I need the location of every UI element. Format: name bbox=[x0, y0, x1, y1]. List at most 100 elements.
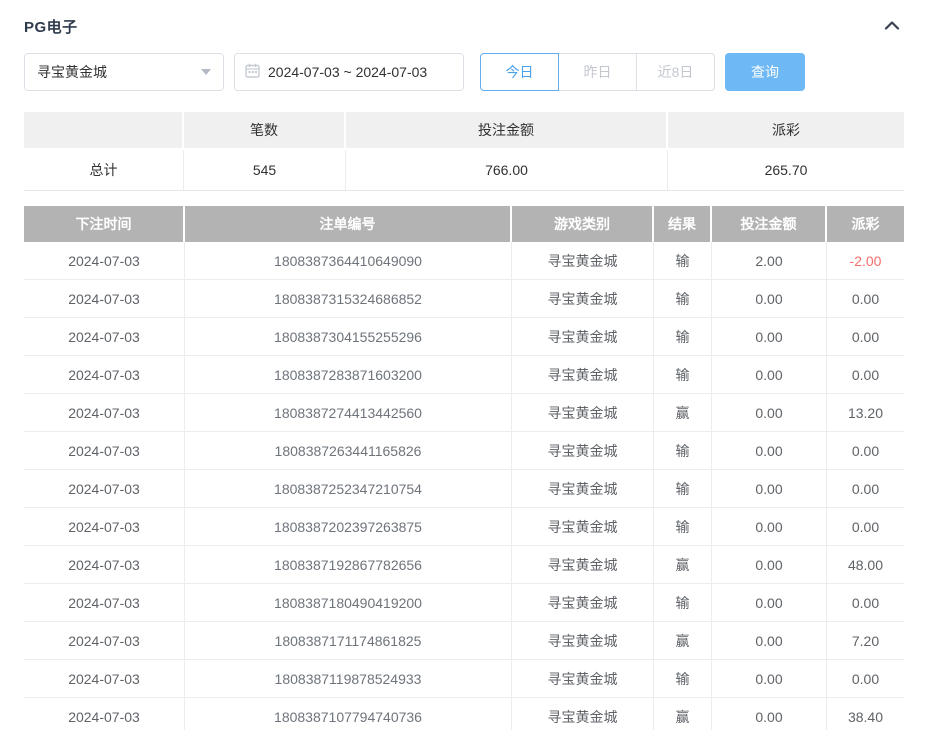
records-header-result: 结果 bbox=[654, 206, 712, 242]
collapse-button[interactable] bbox=[881, 15, 903, 37]
table-row: 2024-07-03 1808387202397263875 寻宝黄金城 输 0… bbox=[24, 508, 904, 546]
cell-bet-amount: 0.00 bbox=[712, 318, 827, 356]
records-header-bet-amount: 投注金额 bbox=[712, 206, 827, 242]
records-header-game: 游戏类别 bbox=[512, 206, 654, 242]
table-row: 2024-07-03 1808387192867782656 寻宝黄金城 赢 0… bbox=[24, 546, 904, 584]
summary-header-payout: 派彩 bbox=[668, 112, 904, 148]
game-select-value: 寻宝黄金城 bbox=[37, 62, 107, 82]
cell-payout: 0.00 bbox=[827, 318, 904, 356]
chevron-up-icon bbox=[884, 19, 900, 34]
cell-payout: 0.00 bbox=[827, 432, 904, 470]
table-row: 2024-07-03 1808387315324686852 寻宝黄金城 输 0… bbox=[24, 280, 904, 318]
today-button[interactable]: 今日 bbox=[480, 53, 559, 91]
cell-order-id: 1808387263441165826 bbox=[185, 432, 512, 470]
cell-game-category: 寻宝黄金城 bbox=[512, 546, 654, 584]
cell-bet-amount: 2.00 bbox=[712, 242, 827, 280]
cell-result: 赢 bbox=[654, 698, 712, 730]
cell-bet-amount: 0.00 bbox=[712, 508, 827, 546]
search-button[interactable]: 查询 bbox=[725, 53, 805, 91]
cell-game-category: 寻宝黄金城 bbox=[512, 508, 654, 546]
cell-payout: 48.00 bbox=[827, 546, 904, 584]
cell-result: 输 bbox=[654, 470, 712, 508]
cell-order-id: 1808387364410649090 bbox=[185, 242, 512, 280]
cell-bet-time: 2024-07-03 bbox=[24, 660, 185, 698]
records-body: 2024-07-03 1808387364410649090 寻宝黄金城 输 2… bbox=[24, 242, 903, 730]
cell-order-id: 1808387315324686852 bbox=[185, 280, 512, 318]
cell-result: 输 bbox=[654, 318, 712, 356]
cell-bet-time: 2024-07-03 bbox=[24, 622, 185, 660]
summary-total-row: 总计 545 766.00 265.70 bbox=[24, 148, 904, 191]
cell-game-category: 寻宝黄金城 bbox=[512, 356, 654, 394]
cell-bet-amount: 0.00 bbox=[712, 698, 827, 730]
last-8-days-button[interactable]: 近8日 bbox=[636, 53, 715, 91]
cell-bet-time: 2024-07-03 bbox=[24, 508, 185, 546]
cell-bet-time: 2024-07-03 bbox=[24, 470, 185, 508]
filter-bar: 寻宝黄金城 2024-07-03 ~ 2024-07-03 今日 昨日 近8日 … bbox=[24, 53, 903, 91]
cell-bet-amount: 0.00 bbox=[712, 622, 827, 660]
date-range-input[interactable]: 2024-07-03 ~ 2024-07-03 bbox=[234, 53, 464, 91]
cell-game-category: 寻宝黄金城 bbox=[512, 584, 654, 622]
cell-bet-time: 2024-07-03 bbox=[24, 280, 185, 318]
panel-header: PG电子 bbox=[24, 0, 903, 37]
cell-result: 输 bbox=[654, 356, 712, 394]
cell-bet-amount: 0.00 bbox=[712, 660, 827, 698]
cell-bet-time: 2024-07-03 bbox=[24, 318, 185, 356]
cell-bet-amount: 0.00 bbox=[712, 470, 827, 508]
cell-bet-amount: 0.00 bbox=[712, 546, 827, 584]
cell-payout: 38.40 bbox=[827, 698, 904, 730]
cell-bet-time: 2024-07-03 bbox=[24, 546, 185, 584]
summary-total-count: 545 bbox=[184, 150, 346, 191]
cell-game-category: 寻宝黄金城 bbox=[512, 242, 654, 280]
records-table: 下注时间 注单编号 游戏类别 结果 投注金额 派彩 2024-07-03 180… bbox=[24, 206, 903, 730]
cell-game-category: 寻宝黄金城 bbox=[512, 622, 654, 660]
cell-result: 输 bbox=[654, 584, 712, 622]
summary-total-payout: 265.70 bbox=[668, 150, 904, 191]
cell-result: 赢 bbox=[654, 394, 712, 432]
table-row: 2024-07-03 1808387119878524933 寻宝黄金城 输 0… bbox=[24, 660, 904, 698]
cell-bet-amount: 0.00 bbox=[712, 394, 827, 432]
cell-game-category: 寻宝黄金城 bbox=[512, 698, 654, 730]
summary-header-empty bbox=[24, 112, 184, 148]
cell-order-id: 1808387119878524933 bbox=[185, 660, 512, 698]
cell-payout: 7.20 bbox=[827, 622, 904, 660]
panel-title: PG电子 bbox=[24, 16, 78, 37]
yesterday-button[interactable]: 昨日 bbox=[558, 53, 637, 91]
table-row: 2024-07-03 1808387364410649090 寻宝黄金城 输 2… bbox=[24, 242, 904, 280]
records-header-payout: 派彩 bbox=[827, 206, 904, 242]
cell-payout: 0.00 bbox=[827, 584, 904, 622]
cell-bet-time: 2024-07-03 bbox=[24, 242, 185, 280]
cell-bet-time: 2024-07-03 bbox=[24, 356, 185, 394]
quick-date-button-group: 今日 昨日 近8日 bbox=[480, 53, 715, 91]
summary-total-label: 总计 bbox=[24, 150, 184, 191]
calendar-icon bbox=[245, 63, 260, 81]
table-row: 2024-07-03 1808387180490419200 寻宝黄金城 输 0… bbox=[24, 584, 904, 622]
summary-total-bet-amount: 766.00 bbox=[346, 150, 668, 191]
cell-order-id: 1808387283871603200 bbox=[185, 356, 512, 394]
cell-order-id: 1808387202397263875 bbox=[185, 508, 512, 546]
cell-order-id: 1808387304155255296 bbox=[185, 318, 512, 356]
cell-order-id: 1808387180490419200 bbox=[185, 584, 512, 622]
records-header-row: 下注时间 注单编号 游戏类别 结果 投注金额 派彩 bbox=[24, 206, 904, 242]
cell-result: 输 bbox=[654, 508, 712, 546]
cell-payout: 0.00 bbox=[827, 508, 904, 546]
cell-bet-time: 2024-07-03 bbox=[24, 698, 185, 730]
records-header-order-id: 注单编号 bbox=[185, 206, 512, 242]
cell-order-id: 1808387252347210754 bbox=[185, 470, 512, 508]
cell-game-category: 寻宝黄金城 bbox=[512, 470, 654, 508]
cell-order-id: 1808387192867782656 bbox=[185, 546, 512, 584]
cell-bet-amount: 0.00 bbox=[712, 280, 827, 318]
cell-order-id: 1808387274413442560 bbox=[185, 394, 512, 432]
cell-game-category: 寻宝黄金城 bbox=[512, 394, 654, 432]
cell-result: 输 bbox=[654, 242, 712, 280]
cell-result: 输 bbox=[654, 280, 712, 318]
table-row: 2024-07-03 1808387283871603200 寻宝黄金城 输 0… bbox=[24, 356, 904, 394]
cell-game-category: 寻宝黄金城 bbox=[512, 432, 654, 470]
cell-bet-time: 2024-07-03 bbox=[24, 394, 185, 432]
summary-table: 笔数 投注金额 派彩 总计 545 766.00 265.70 bbox=[24, 112, 903, 191]
chevron-down-icon bbox=[201, 69, 211, 75]
game-select[interactable]: 寻宝黄金城 bbox=[24, 53, 224, 91]
cell-order-id: 1808387171174861825 bbox=[185, 622, 512, 660]
cell-payout: -2.00 bbox=[827, 242, 904, 280]
pg-panel: PG电子 寻宝黄金城 2024-07-03 ~ 2024-07-03 今日 昨日… bbox=[0, 0, 927, 730]
table-row: 2024-07-03 1808387263441165826 寻宝黄金城 输 0… bbox=[24, 432, 904, 470]
